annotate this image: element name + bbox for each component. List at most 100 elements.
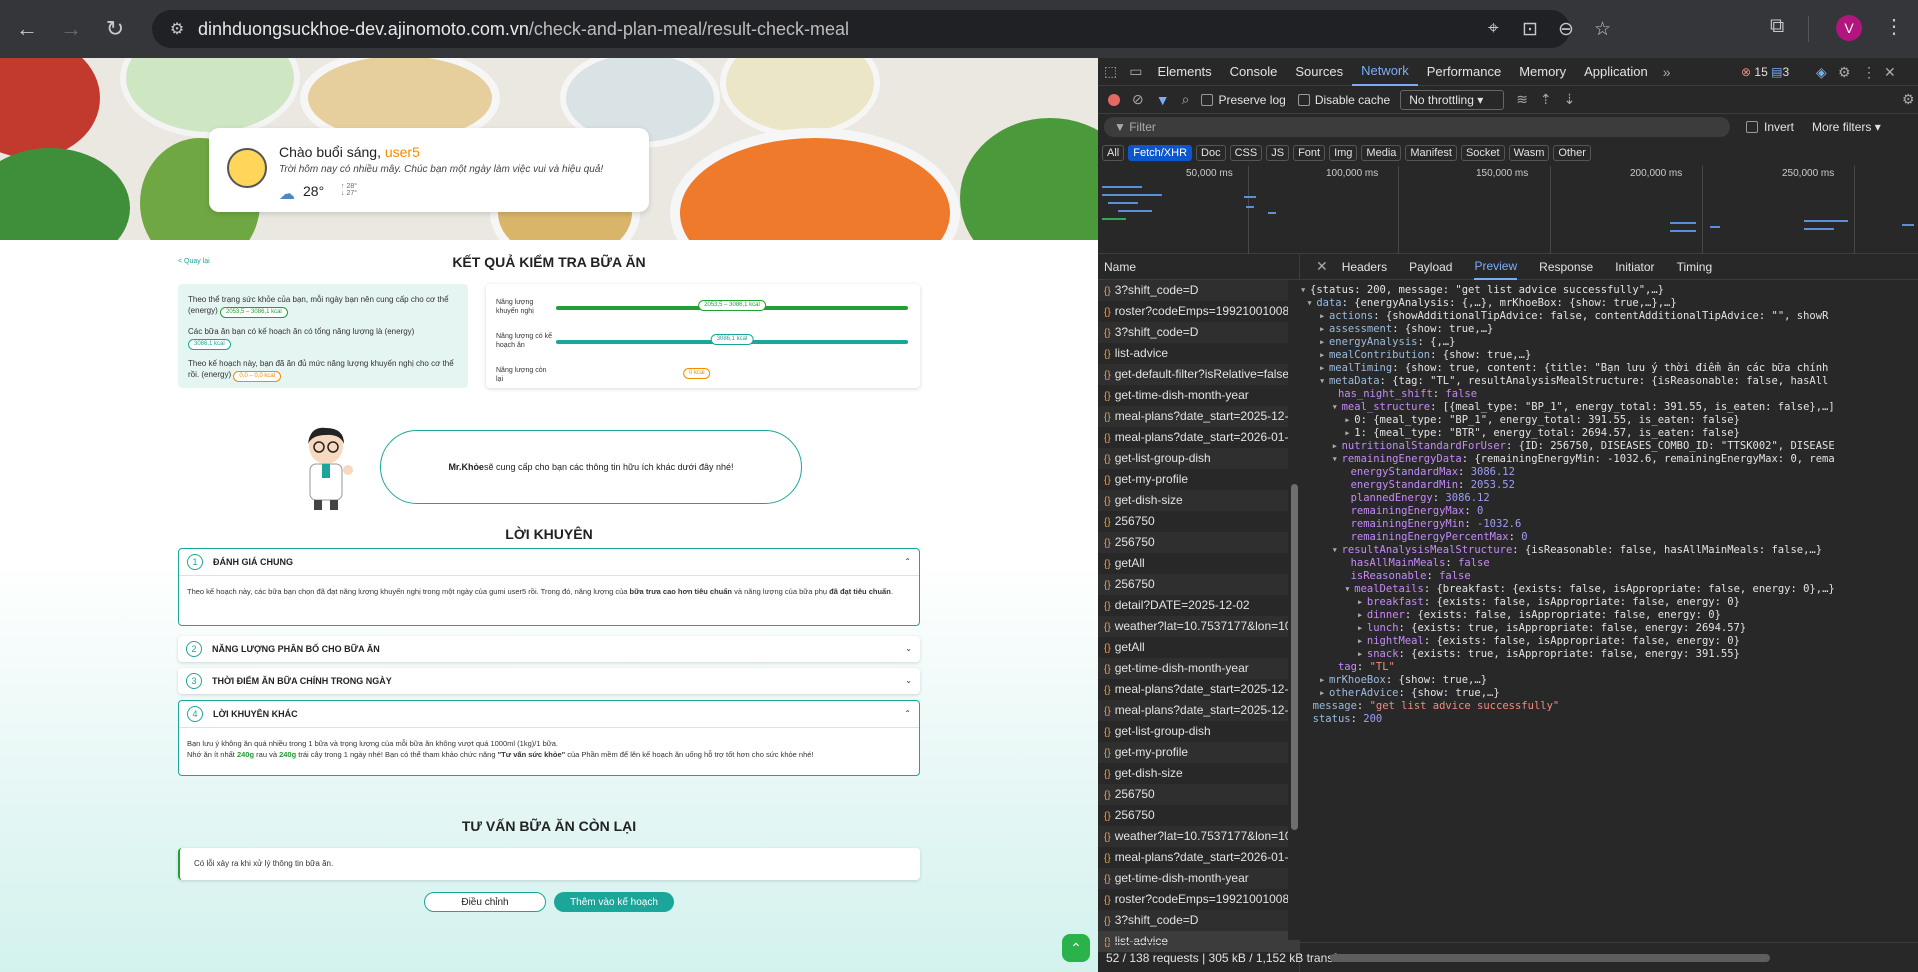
zoom-icon[interactable]: ⊖ bbox=[1558, 18, 1574, 41]
request-row[interactable]: {} get-list-group-dish bbox=[1098, 448, 1299, 469]
tab-timing[interactable]: Timing bbox=[1677, 254, 1713, 280]
type-filter-font[interactable]: Font bbox=[1293, 145, 1326, 161]
tab-performance[interactable]: Performance bbox=[1418, 58, 1510, 86]
request-row[interactable]: {} get-list-group-dish bbox=[1098, 721, 1299, 742]
filter-input[interactable]: ▼ Filter bbox=[1104, 117, 1730, 137]
request-row[interactable]: {} get-default-filter?isRelative=false bbox=[1098, 364, 1299, 385]
search-icon[interactable]: ⌕ bbox=[1182, 91, 1190, 108]
menu-icon[interactable]: ⋮ bbox=[1884, 14, 1904, 39]
json-line[interactable]: ▾ data: {energyAnalysis: {,…}, mrKhoeBox:… bbox=[1300, 297, 1918, 310]
back-icon[interactable]: ← bbox=[10, 12, 44, 46]
install-icon[interactable]: ⊡ bbox=[1522, 18, 1538, 41]
type-filter-img[interactable]: Img bbox=[1329, 145, 1358, 161]
json-line[interactable]: ▸ assessment: {show: true,…} bbox=[1300, 323, 1918, 336]
preserve-log-checkbox[interactable] bbox=[1201, 93, 1214, 106]
json-line[interactable]: ▸ 1: {meal_type: "BTR", energy_total: 269… bbox=[1300, 427, 1918, 440]
bookmark-star-icon[interactable]: ☆ bbox=[1594, 18, 1611, 41]
chevron-down-icon[interactable]: ⌄ bbox=[905, 644, 912, 653]
request-row[interactable]: {} 3?shift_code=D bbox=[1098, 910, 1299, 931]
preview-horizontal-scrollbar[interactable] bbox=[1330, 954, 1770, 962]
request-row[interactable]: {} getAll bbox=[1098, 553, 1299, 574]
json-line[interactable]: ▸ mealContribution: {show: true,…} bbox=[1300, 349, 1918, 362]
type-filter-wasm[interactable]: Wasm bbox=[1508, 145, 1550, 161]
request-row[interactable]: {} weather?lat=10.7537177&lon=106.6... bbox=[1098, 826, 1299, 847]
network-settings-icon[interactable]: ⚙ bbox=[1902, 91, 1915, 108]
tab-response[interactable]: Response bbox=[1539, 254, 1593, 280]
request-row[interactable]: {} 256750 bbox=[1098, 784, 1299, 805]
tab-headers[interactable]: Headers bbox=[1342, 254, 1387, 280]
chevron-up-icon[interactable]: ⌃ bbox=[904, 557, 911, 566]
scroll-to-top-icon[interactable]: ⌃ bbox=[1062, 934, 1090, 962]
request-row[interactable]: {} 256750 bbox=[1098, 805, 1299, 826]
filter-icon[interactable]: ▼ bbox=[1156, 92, 1170, 108]
accordion-header[interactable]: 3 THỜI ĐIỂM ĂN BỮA CHÍNH TRONG NGÀY bbox=[178, 668, 920, 694]
tab-application[interactable]: Application bbox=[1575, 58, 1657, 86]
request-list-scroll-thumb[interactable] bbox=[1291, 484, 1298, 830]
json-line[interactable]: ▸ energyAnalysis: {,…} bbox=[1300, 336, 1918, 349]
json-line[interactable]: ▸ breakfast: {exists: false, isAppropriat… bbox=[1300, 596, 1918, 609]
chevron-up-icon[interactable]: ⌃ bbox=[904, 709, 911, 718]
json-line[interactable]: ▾ remainingEnergyData: {remainingEnergyMi… bbox=[1300, 453, 1918, 466]
throttling-select[interactable]: No throttling ▾ bbox=[1400, 89, 1505, 110]
forward-icon[interactable]: → bbox=[54, 12, 88, 46]
type-filter-fetch-xhr[interactable]: Fetch/XHR bbox=[1128, 145, 1193, 161]
network-conditions-icon[interactable]: ≋ bbox=[1516, 91, 1528, 108]
request-row[interactable]: {}meal-plans?date_start=2026-01-01&... bbox=[1098, 427, 1299, 448]
settings-gear-icon[interactable]: ⚙ bbox=[1832, 64, 1857, 81]
reload-icon[interactable]: ↻ bbox=[98, 12, 132, 46]
add-to-plan-button[interactable]: Thêm vào kế hoạch bbox=[554, 892, 674, 912]
tab-memory[interactable]: Memory bbox=[1510, 58, 1575, 86]
request-row[interactable]: {} 256750 bbox=[1098, 532, 1299, 553]
json-line[interactable]: ▸ mealTiming: {show: true, content: {titl… bbox=[1300, 362, 1918, 375]
type-filter-media[interactable]: Media bbox=[1361, 145, 1402, 161]
site-info-icon[interactable]: ⚙ bbox=[162, 19, 192, 39]
device-toggle-icon[interactable]: ▭ bbox=[1123, 63, 1148, 80]
disable-cache-checkbox[interactable] bbox=[1297, 93, 1310, 106]
more-tabs-icon[interactable]: » bbox=[1657, 64, 1677, 80]
avatar[interactable]: V bbox=[1836, 15, 1862, 41]
invert-toggle[interactable]: Invert bbox=[1746, 120, 1794, 134]
request-row[interactable]: {} 256750 bbox=[1098, 574, 1299, 595]
clear-icon[interactable]: ⊘ bbox=[1132, 91, 1144, 108]
name-column-header[interactable]: Name bbox=[1098, 254, 1299, 280]
json-line[interactable]: ▾ metaData: {tag: "TL", resultAnalysisMea… bbox=[1300, 375, 1918, 388]
json-line[interactable]: ▸ nutritionalStandardForUser: {ID: 256750… bbox=[1300, 440, 1918, 453]
json-line[interactable]: ▸ otherAdvice: {show: true,…} bbox=[1300, 687, 1918, 700]
type-filter-socket[interactable]: Socket bbox=[1460, 145, 1505, 161]
request-row[interactable]: {}roster?codeEmps=19921001008&dat... bbox=[1098, 889, 1299, 910]
tab-elements[interactable]: Elements bbox=[1148, 58, 1220, 86]
tab-sources[interactable]: Sources bbox=[1286, 58, 1352, 86]
accordion-header[interactable]: 2 NĂNG LƯỢNG PHÂN BỐ CHO BỮA ĂN bbox=[178, 636, 920, 662]
request-row[interactable]: {} get-time-dish-month-year bbox=[1098, 868, 1299, 889]
json-line[interactable]: ▸ nightMeal: {exists: false, isAppropriat… bbox=[1300, 635, 1918, 648]
request-row[interactable]: {}meal-plans?date_start=2025-12-01&... bbox=[1098, 679, 1299, 700]
type-filter-css[interactable]: CSS bbox=[1229, 145, 1263, 161]
request-row[interactable]: {}meal-plans?date_start=2025-12-01&... bbox=[1098, 406, 1299, 427]
json-line[interactable]: ▸ dinner: {exists: false, isAppropriate: … bbox=[1300, 609, 1918, 622]
request-row[interactable]: {}meal-plans?date_start=2026-01-01&... bbox=[1098, 847, 1299, 868]
json-line[interactable]: ▸ actions: {showAdditionalTipAdvice: fals… bbox=[1300, 310, 1918, 323]
inspect-icon[interactable]: ⬚ bbox=[1098, 63, 1123, 80]
adjust-button[interactable]: Điều chỉnh bbox=[424, 892, 546, 912]
request-row[interactable]: {} get-time-dish-month-year bbox=[1098, 658, 1299, 679]
json-line[interactable]: ▸ 0: {meal_type: "BP_1", energy_total: 39… bbox=[1300, 414, 1918, 427]
ai-assist-icon[interactable]: ◈ bbox=[1810, 64, 1833, 81]
more-filters-dropdown[interactable]: More filters ▾ bbox=[1812, 120, 1881, 134]
request-row[interactable]: {} list-advice bbox=[1098, 343, 1299, 364]
address-bar[interactable]: ⚙ dinhduongsuckhoe-dev.ajinomoto.com.vn/… bbox=[152, 10, 1611, 48]
network-overview-timeline[interactable]: 50,000 ms 100,000 ms 150,000 ms 200,000 … bbox=[1098, 166, 1918, 254]
json-line[interactable]: ▾ {status: 200, message: "get list advice… bbox=[1300, 284, 1918, 297]
json-line[interactable]: ▾ resultAnalysisMealStructure: {isReasona… bbox=[1300, 544, 1918, 557]
tab-preview[interactable]: Preview bbox=[1474, 254, 1518, 280]
type-filter-manifest[interactable]: Manifest bbox=[1405, 145, 1457, 161]
accordion-other-advice[interactable]: 4 LỜI KHUYÊN KHÁC ⌃ Bạn lưu ý không ăn qu… bbox=[178, 700, 920, 776]
invert-checkbox[interactable] bbox=[1746, 121, 1758, 133]
request-row[interactable]: {} get-dish-size bbox=[1098, 490, 1299, 511]
issues-counter[interactable]: ⊗ 15 ▤3 bbox=[1741, 65, 1789, 79]
request-row[interactable]: {} weather?lat=10.7537177&lon=106.6... bbox=[1098, 616, 1299, 637]
close-icon[interactable]: ✕ bbox=[1878, 64, 1902, 81]
import-icon[interactable]: ⇡ bbox=[1540, 91, 1552, 108]
json-line[interactable]: ▸ snack: {exists: true, isAppropriate: fa… bbox=[1300, 648, 1918, 661]
request-row[interactable]: {} getAll bbox=[1098, 637, 1299, 658]
accordion-general-assessment[interactable]: 1 ĐÁNH GIÁ CHUNG ⌃ Theo kế hoạch này, các… bbox=[178, 548, 920, 626]
